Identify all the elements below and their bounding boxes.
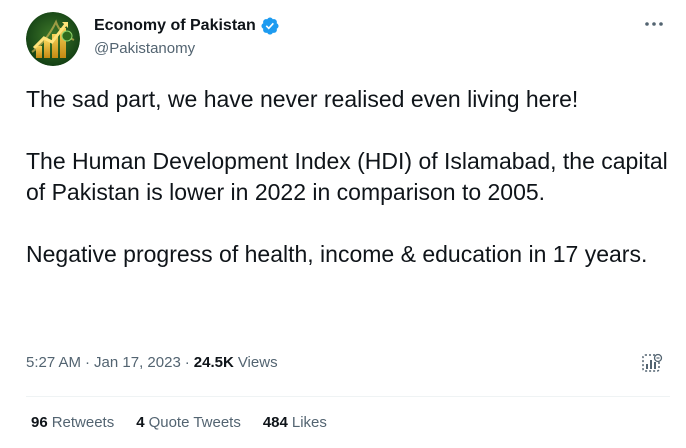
author-names: Economy of Pakistan @Pakistanomy [94, 15, 280, 57]
tweet-stats: 96 Retweets 4 Quote Tweets 484 Likes [31, 414, 349, 431]
verified-badge-icon [260, 16, 280, 36]
quote-tweets-label: Quote Tweets [148, 414, 241, 431]
tweet-header: Economy of Pakistan @Pakistanomy [26, 12, 666, 66]
retweets-count: 96 [31, 414, 48, 431]
likes-label: Likes [291, 414, 327, 431]
more-horizontal-icon[interactable] [642, 14, 666, 34]
likes-count: 484 [262, 414, 288, 431]
tweet-meta: 5:27 AM · Jan 17, 2023 · 24.5K Views [26, 354, 278, 371]
display-name-row: Economy of Pakistan [94, 15, 280, 37]
tweet-card: Economy of Pakistan @Pakistanomy The sad… [0, 0, 686, 448]
tweet-text: The sad part, we have never realised eve… [26, 86, 668, 267]
quote-tweets-count: 4 [136, 414, 145, 431]
handle[interactable]: @Pakistanomy [94, 40, 280, 57]
retweets-stat[interactable]: 96 Retweets [31, 414, 114, 431]
divider [26, 396, 670, 397]
meta-separator: · [85, 354, 91, 371]
meta-separator: · [184, 354, 190, 371]
retweets-label: Retweets [51, 414, 115, 431]
views-count: 24.5K [193, 354, 234, 371]
pakistan-economy-logo-icon [26, 12, 80, 66]
analytics-icon[interactable] [641, 353, 663, 375]
tweet-time[interactable]: 5:27 AM [26, 354, 81, 371]
views-label: Views [237, 354, 278, 371]
display-name[interactable]: Economy of Pakistan [94, 17, 256, 35]
tweet-date[interactable]: Jan 17, 2023 [94, 354, 181, 371]
avatar[interactable] [26, 12, 80, 66]
likes-stat[interactable]: 484 Likes [263, 414, 327, 431]
quote-tweets-stat[interactable]: 4 Quote Tweets [136, 414, 241, 431]
